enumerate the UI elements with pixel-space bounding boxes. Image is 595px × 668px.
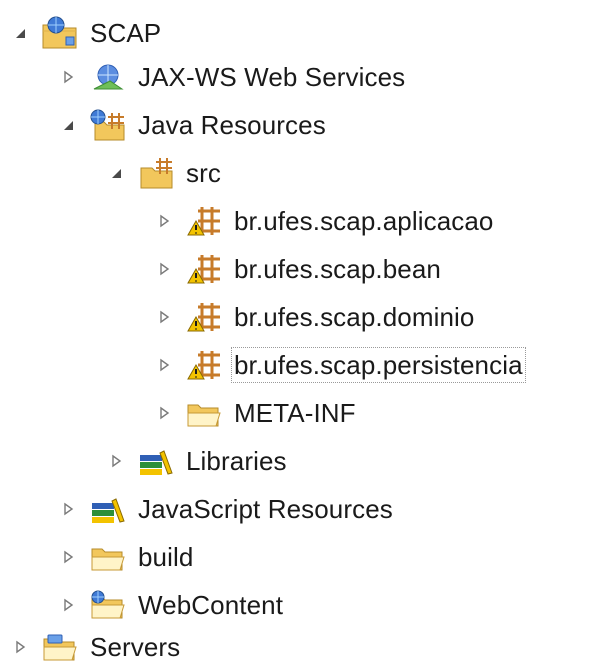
collapsed-arrow-icon[interactable] — [152, 209, 176, 233]
collapsed-arrow-icon[interactable] — [152, 401, 176, 425]
tree-item-java-resources[interactable]: Java Resources — [56, 104, 326, 146]
tree-item-label: build — [138, 542, 194, 572]
source-folder-icon — [136, 155, 176, 191]
tree-item-package-dominio[interactable]: br.ufes.scap.dominio — [152, 296, 474, 338]
tree-item-label: Java Resources — [138, 110, 326, 140]
tree-item-label: JavaScript Resources — [138, 494, 393, 524]
tree-item-label: WebContent — [138, 590, 284, 620]
tree-item-webcontent[interactable]: WebContent — [56, 584, 283, 626]
tree-item-src[interactable]: src — [104, 152, 221, 194]
tree-item-javascript-resources[interactable]: JavaScript Resources — [56, 488, 393, 530]
tree-item-jax-ws-web-services[interactable]: JAX-WS Web Services — [56, 56, 405, 98]
tree-item-label: br.ufes.scap.dominio — [234, 302, 475, 332]
collapsed-arrow-icon[interactable] — [56, 65, 80, 89]
tree-item-label: br.ufes.scap.bean — [234, 254, 441, 284]
package-warning-icon — [184, 347, 224, 383]
tree-item-label: META-INF — [234, 398, 356, 428]
collapsed-arrow-icon[interactable] — [56, 545, 80, 569]
expanded-arrow-icon[interactable] — [8, 21, 32, 45]
collapsed-arrow-icon[interactable] — [152, 353, 176, 377]
web-folder-icon — [88, 587, 128, 623]
package-warning-icon — [184, 299, 224, 335]
collapsed-arrow-icon[interactable] — [104, 449, 128, 473]
libraries-icon — [88, 491, 128, 527]
tree-item-label: Servers — [90, 632, 181, 662]
web-services-icon — [88, 59, 128, 95]
collapsed-arrow-icon[interactable] — [152, 305, 176, 329]
tree-item-package-bean[interactable]: br.ufes.scap.bean — [152, 248, 441, 290]
servers-folder-icon — [40, 629, 80, 665]
package-warning-icon — [184, 203, 224, 239]
java-resources-icon — [88, 107, 128, 143]
project-explorer-tree: SCAP JAX-WS Web Services Java Resources … — [0, 0, 595, 664]
tree-item-scap[interactable]: SCAP — [8, 12, 161, 54]
tree-item-label: src — [186, 158, 221, 188]
expanded-arrow-icon[interactable] — [104, 161, 128, 185]
tree-item-build[interactable]: build — [56, 536, 193, 578]
web-project-icon — [40, 15, 80, 51]
collapsed-arrow-icon[interactable] — [56, 593, 80, 617]
tree-item-libraries[interactable]: Libraries — [104, 440, 287, 482]
tree-item-label: Libraries — [186, 446, 287, 476]
tree-item-servers[interactable]: Servers — [8, 626, 180, 668]
collapsed-arrow-icon[interactable] — [8, 635, 32, 659]
collapsed-arrow-icon[interactable] — [56, 497, 80, 521]
tree-item-label: br.ufes.scap.persistencia — [231, 347, 526, 383]
tree-item-package-persistencia[interactable]: br.ufes.scap.persistencia — [152, 344, 526, 386]
folder-icon — [88, 539, 128, 575]
package-warning-icon — [184, 251, 224, 287]
tree-item-meta-inf[interactable]: META-INF — [152, 392, 356, 434]
folder-icon — [184, 395, 224, 431]
tree-item-label: JAX-WS Web Services — [138, 62, 406, 92]
collapsed-arrow-icon[interactable] — [152, 257, 176, 281]
expanded-arrow-icon[interactable] — [56, 113, 80, 137]
tree-item-label: br.ufes.scap.aplicacao — [234, 206, 494, 236]
libraries-icon — [136, 443, 176, 479]
tree-item-package-aplicacao[interactable]: br.ufes.scap.aplicacao — [152, 200, 493, 242]
tree-item-label: SCAP — [90, 18, 162, 48]
